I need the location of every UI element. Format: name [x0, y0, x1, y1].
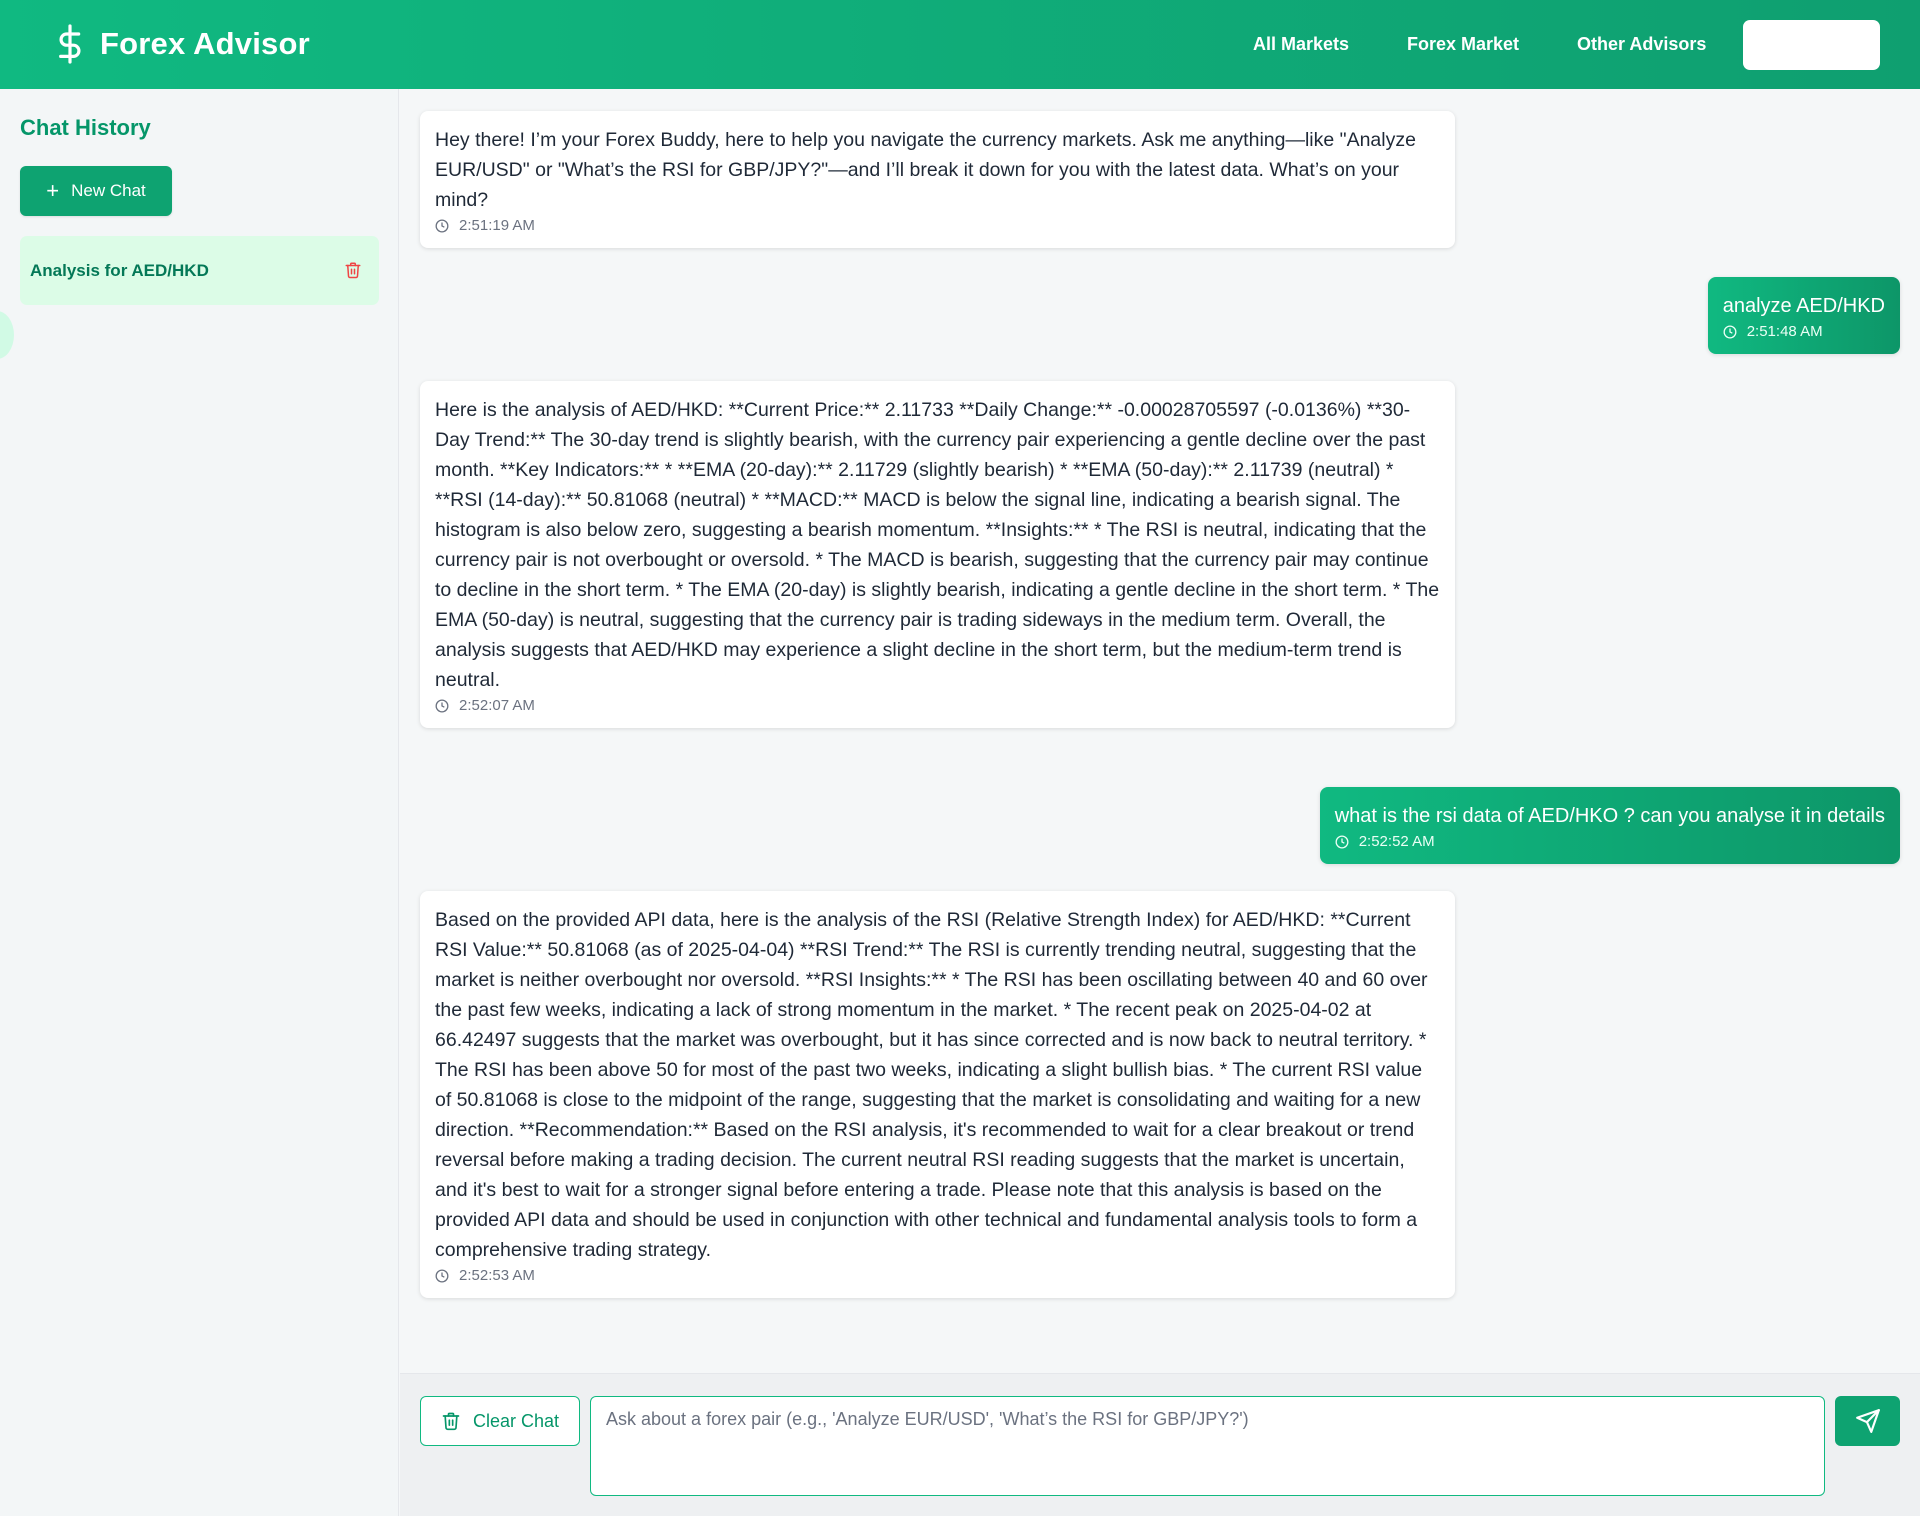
message-time: 2:51:48 AM — [1746, 323, 1823, 340]
trash-icon — [442, 1412, 460, 1431]
message-composer: Clear Chat — [400, 1373, 1920, 1516]
message-text: Here is the analysis of AED/HKD: **Curre… — [435, 399, 1440, 691]
message-timestamp: 2:52:07 AM — [435, 697, 1440, 714]
bot-message: Based on the provided API data, here is … — [420, 891, 1455, 1298]
message-timestamp: 2:52:52 AM — [1335, 833, 1885, 850]
clock-icon — [1723, 325, 1737, 338]
message-time: 2:52:07 AM — [459, 697, 535, 714]
message-input[interactable] — [590, 1396, 1825, 1496]
sidebar-toggle-handle[interactable] — [0, 311, 14, 359]
message-time: 2:51:19 AM — [459, 217, 535, 234]
app-header: Forex Advisor All Markets Forex Market O… — [0, 0, 1920, 89]
chat-messages[interactable]: Hey there! I’m your Forex Buddy, here to… — [400, 89, 1920, 1372]
history-item-label: Analysis for AED/HKD — [30, 261, 209, 280]
dollar-sign-icon — [59, 24, 81, 64]
plus-icon: + — [46, 178, 60, 203]
brand[interactable]: Forex Advisor — [54, 24, 310, 64]
brand-title: Forex Advisor — [100, 26, 310, 61]
chat-history-sidebar: Chat History + New Chat Analysis for AED… — [0, 89, 399, 1516]
send-button[interactable] — [1835, 1396, 1900, 1446]
bot-message: Hey there! I’m your Forex Buddy, here to… — [420, 111, 1455, 248]
message-text: what is the rsi data of AED/HKO ? can yo… — [1334, 805, 1885, 827]
clock-icon — [435, 1269, 449, 1282]
clear-chat-button[interactable]: Clear Chat — [420, 1396, 580, 1446]
delete-chat-icon[interactable] — [344, 260, 362, 280]
message-time: 2:52:53 AM — [459, 1267, 535, 1284]
message-text: Based on the provided API data, here is … — [435, 909, 1428, 1261]
history-item-analysis-aed-hkd[interactable]: Analysis for AED/HKD — [20, 236, 379, 305]
new-chat-button[interactable]: + New Chat — [20, 166, 172, 216]
clock-icon — [435, 219, 449, 232]
send-icon — [1855, 1409, 1880, 1433]
clock-icon — [1335, 835, 1349, 848]
nav-forex-market[interactable]: Forex Market — [1407, 0, 1519, 89]
message-timestamp: 2:52:53 AM — [435, 1267, 1440, 1284]
new-chat-label: New Chat — [71, 181, 146, 200]
user-message: what is the rsi data of AED/HKO ? can yo… — [1319, 787, 1900, 864]
clock-icon — [435, 699, 449, 712]
message-time: 2:52:52 AM — [1358, 833, 1435, 850]
nav-all-markets[interactable]: All Markets — [1253, 0, 1349, 89]
sidebar-title: Chat History — [20, 115, 151, 140]
nav-other-advisors[interactable]: Other Advisors — [1577, 0, 1706, 89]
message-timestamp: 2:51:48 AM — [1723, 323, 1885, 340]
message-text: analyze AED/HKD — [1722, 295, 1885, 317]
message-timestamp: 2:51:19 AM — [435, 217, 1440, 234]
message-text: Hey there! I’m your Forex Buddy, here to… — [435, 129, 1416, 211]
clear-chat-label: Clear Chat — [472, 1410, 560, 1431]
header-action-button[interactable] — [1743, 20, 1880, 70]
user-message: analyze AED/HKD 2:51:48 AM — [1707, 277, 1900, 354]
bot-message: Here is the analysis of AED/HKD: **Curre… — [420, 381, 1455, 728]
